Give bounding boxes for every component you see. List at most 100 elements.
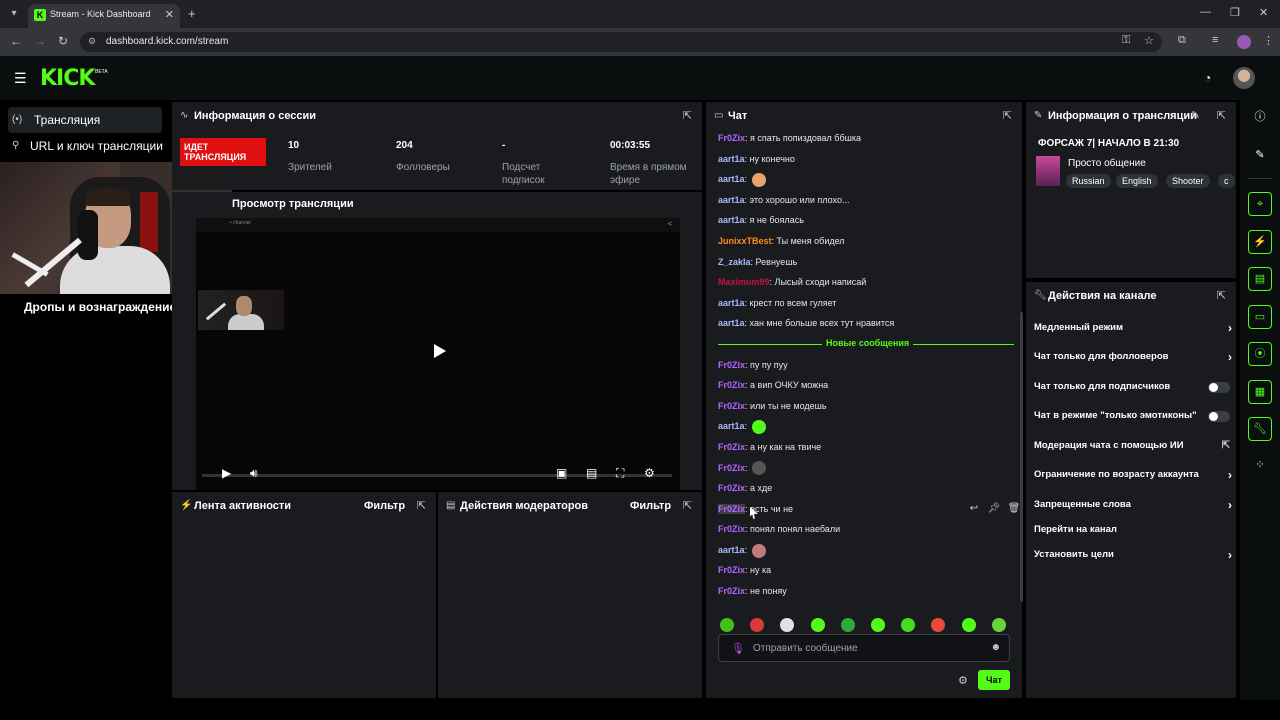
reload-icon[interactable]: ↻ [58, 34, 68, 48]
pin-icon[interactable]: 📌︎ [984, 499, 1004, 519]
chat-username[interactable]: Fr0Zix [718, 401, 745, 411]
dashboard-icon[interactable]: ▦ [1248, 380, 1272, 404]
chat-message[interactable]: Fr0Zix: есть чи не ↩ 📌︎ 🗑︎ [718, 499, 1020, 520]
settings-gear-icon[interactable]: ⚙ [644, 466, 655, 480]
quick-emote-icon[interactable] [931, 618, 946, 632]
channel-action-row[interactable]: Установить цели › [1034, 545, 1232, 565]
edit-icon[interactable]: ✎ [1191, 109, 1200, 122]
channel-action-row[interactable]: Ограничение по возрасту аккаунта › [1034, 465, 1232, 485]
toggle-switch[interactable] [1208, 382, 1230, 393]
popout-icon[interactable]: ⇱ [1003, 109, 1012, 122]
toggle-switch[interactable] [1208, 411, 1230, 422]
chat-message[interactable]: aart1a: хан мне больше всех тут нравится [718, 313, 1014, 334]
video-player[interactable]: • channel < ▶ 🔊︎ ▣ ▤ ⛶ ⚙ [196, 218, 680, 490]
reply-icon[interactable]: ↩ [964, 499, 984, 519]
popout-icon[interactable]: ⇱ [417, 499, 426, 512]
emoji-picker-icon[interactable]: ☻ [990, 642, 1001, 653]
bookmark-star-icon[interactable]: ☆ [1144, 34, 1154, 47]
chat-username[interactable]: Fr0Zix [718, 503, 746, 514]
chat-username[interactable]: Fr0Zix [718, 524, 745, 534]
chat-username[interactable]: aart1a [718, 298, 745, 308]
play-button-icon[interactable]: ▶ [222, 466, 231, 480]
chat-message[interactable]: Fr0Zix: ну ка [718, 560, 1014, 581]
chat-input[interactable]: 🎙︎ Отправить сообщение ☻ [718, 634, 1010, 662]
popout-icon[interactable]: ⇱ [683, 499, 692, 512]
chat-message[interactable]: aart1a: [718, 416, 1014, 437]
maximize-icon[interactable]: ❐ [1230, 6, 1240, 19]
kick-logo[interactable]: KICK [40, 66, 95, 91]
forward-icon[interactable]: → [34, 34, 46, 48]
close-tab-icon[interactable]: ✕ [165, 8, 174, 21]
chat-username[interactable]: aart1a [718, 545, 745, 555]
chat-username[interactable]: aart1a [718, 215, 745, 225]
chat-username[interactable]: Fr0Zix [718, 380, 745, 390]
chat-username[interactable]: aart1a [718, 421, 745, 431]
microphone-icon[interactable]: 🎙︎ [731, 642, 745, 655]
sidebar-item-drops[interactable]: Дропы и вознаграждение [24, 300, 176, 314]
password-key-icon[interactable]: ⚿ [1122, 34, 1130, 47]
chat-username[interactable]: Fr0Zix [718, 483, 745, 493]
chat-username[interactable]: aart1a [718, 154, 745, 164]
target-icon[interactable]: ⌖ [1248, 192, 1272, 216]
share-icon[interactable]: < [668, 221, 672, 228]
channel-action-row[interactable]: Чат только для подписчиков [1034, 377, 1230, 397]
chat-message[interactable]: Fr0Zix: а хде [718, 478, 1014, 499]
quick-emote-icon[interactable] [780, 618, 795, 632]
chat-username[interactable]: Fr0Zix [718, 586, 745, 596]
chat-scrollbar[interactable] [1020, 312, 1023, 602]
timer-icon[interactable]: ◔ [1204, 71, 1211, 85]
channel-action-row[interactable]: Медленный режим › [1034, 318, 1232, 338]
popout-icon[interactable]: ⇱ [683, 109, 692, 122]
play-icon[interactable] [434, 344, 446, 358]
chat-username[interactable]: aart1a [718, 195, 745, 205]
miniplayer-icon[interactable]: ▣ [556, 466, 567, 480]
chat-username[interactable]: aart1a [718, 174, 745, 184]
popout-icon[interactable]: ⇱ [1217, 109, 1226, 122]
channel-action-row[interactable]: Модерация чата с помощью ИИ ⇱ [1034, 436, 1230, 456]
chat-username[interactable]: Fr0Zix [718, 360, 745, 370]
site-settings-icon[interactable]: ⚙ [88, 36, 96, 47]
info-icon[interactable]: ⓘ [1248, 106, 1272, 130]
chat-message[interactable]: aart1a: ну конечно [718, 149, 1014, 170]
quick-emote-icon[interactable] [840, 618, 855, 632]
sidebar-item-stream[interactable]: (•) Трансляция [8, 107, 162, 133]
chat-username[interactable]: JunixxTBest [718, 236, 772, 246]
broadcast-icon[interactable]: ⦿ [1248, 342, 1272, 366]
quick-emote-icon[interactable] [750, 618, 765, 632]
chat-message[interactable]: Z_zakla: Ревнуешь [718, 252, 1014, 273]
video-progress-bar[interactable] [202, 474, 672, 477]
sidebar-item-stream-key[interactable]: ⚲ URL и ключ трансляции [8, 133, 163, 159]
chat-message[interactable]: Fr0Zix: или ты не модешь [718, 396, 1014, 417]
chat-message[interactable]: Fr0Zix: понял понял наебали [718, 519, 1014, 540]
extensions-icon[interactable]: ⧉ [1178, 34, 1186, 47]
quick-emote-icon[interactable] [871, 618, 885, 632]
minimize-icon[interactable]: — [1200, 6, 1211, 18]
chat-username[interactable]: Fr0Zix [718, 565, 745, 575]
chat-message[interactable]: Fr0Zix: я спать попиздовал ббшка [718, 128, 1014, 149]
chat-username[interactable]: Z_zakla [718, 257, 751, 267]
chat-message[interactable]: aart1a: крест по всем гуляет [718, 293, 1014, 314]
chat-username[interactable]: Maximum99 [718, 277, 770, 287]
chat-username[interactable]: Fr0Zix [718, 442, 745, 452]
chat-message[interactable]: JunixxTBest: Ты меня обидел [718, 231, 1014, 252]
reading-list-icon[interactable]: ≡ [1212, 34, 1218, 46]
chat-bubble-icon[interactable]: ▭ [1248, 305, 1272, 329]
chat-message[interactable]: Fr0Zix: [718, 458, 1014, 479]
profile-avatar[interactable] [1237, 35, 1251, 49]
quick-emote-icon[interactable] [720, 618, 734, 632]
quick-emote-icon[interactable] [810, 618, 825, 632]
chat-message[interactable]: aart1a: это хорошо или плохо... [718, 190, 1014, 211]
chat-message[interactable]: aart1a: [718, 169, 1014, 190]
user-avatar[interactable] [1233, 67, 1255, 89]
apps-icon[interactable]: ⁘ [1248, 454, 1272, 478]
chat-settings-icon[interactable]: ⚙ [958, 674, 968, 687]
chat-message[interactable]: Maximum99: Лысый сходи написай [718, 272, 1014, 293]
chat-message[interactable]: Fr0Zix: не поняу [718, 581, 1014, 602]
quick-emote-icon[interactable] [961, 618, 976, 632]
edit-pencil-icon[interactable]: ✎ [1248, 144, 1272, 168]
browser-tab[interactable]: K Stream - Kick Dashboard ✕ [28, 4, 180, 28]
popout-icon[interactable]: ⇱ [1217, 289, 1226, 302]
back-icon[interactable]: ← [10, 34, 22, 48]
channel-action-row[interactable]: Чат в режиме "только эмотиконы" [1034, 406, 1230, 426]
chat-username[interactable]: Fr0Zix [718, 133, 745, 143]
